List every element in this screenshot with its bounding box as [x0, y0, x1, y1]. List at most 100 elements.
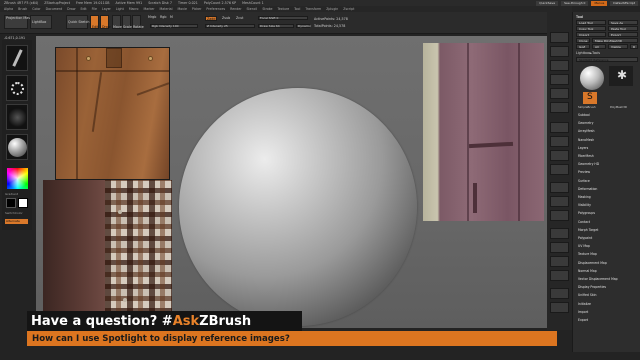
reference-image-jacket-plaid[interactable]	[43, 180, 172, 313]
stroke-thumbnail[interactable]	[6, 75, 28, 101]
reference-image-pants[interactable]	[55, 47, 170, 180]
tool-menu-normal-map[interactable]: Normal Map	[578, 269, 597, 273]
menus-button[interactable]: Menus	[591, 0, 608, 6]
sphere-mesh[interactable]	[179, 88, 417, 326]
clone-button[interactable]: Clone	[576, 38, 590, 43]
m-toggle[interactable]: M	[170, 15, 173, 19]
bpr-button[interactable]	[550, 32, 569, 43]
menu-item-file[interactable]: File	[92, 7, 97, 11]
paste-tool-button[interactable]: Paste Tool	[608, 26, 638, 31]
menu-item-layer[interactable]: Layer	[102, 7, 111, 11]
focal-shift-slider[interactable]: Focal Shift 0	[258, 16, 308, 20]
menu-item-texture[interactable]: Texture	[277, 7, 289, 11]
menu-item-movie[interactable]: Movie	[177, 7, 186, 11]
actual-button[interactable]	[550, 88, 569, 99]
menu-item-preferences[interactable]: Preferences	[206, 7, 225, 11]
mrgb-toggle[interactable]: Mrgb	[148, 15, 156, 19]
zcut-button[interactable]: Zcut	[236, 16, 243, 20]
menu-item-render[interactable]: Render	[230, 7, 241, 11]
tool-menu-export[interactable]: Export	[578, 318, 588, 322]
aahalf-button[interactable]	[550, 102, 569, 113]
color-picker[interactable]	[7, 168, 28, 189]
scroll-button[interactable]	[550, 60, 569, 71]
primary-color-swatch[interactable]	[6, 198, 16, 208]
quick-sketch-button[interactable]: Quick Sketch	[66, 15, 89, 29]
tool-menu-geometry[interactable]: Geometry	[578, 121, 593, 125]
menu-item-zplugin[interactable]: Zplugin	[326, 7, 338, 11]
tool-menu-surface[interactable]: Surface	[578, 179, 590, 183]
rotate-y-button[interactable]	[550, 196, 569, 207]
menu-item-stencil[interactable]: Stencil	[247, 7, 258, 11]
polyf-button[interactable]	[550, 288, 569, 299]
floor-button[interactable]	[550, 136, 569, 147]
tool-menu-masking[interactable]: Masking	[578, 195, 591, 199]
scale-button[interactable]: Scale	[122, 15, 132, 29]
tool-menu-preview[interactable]: Preview	[578, 170, 590, 174]
move-view-button[interactable]	[550, 242, 569, 253]
r-button[interactable]: R	[630, 44, 638, 49]
load-tool-button[interactable]: Load Tool	[576, 20, 606, 25]
menu-item-light[interactable]: Light	[116, 7, 124, 11]
goz-button[interactable]: GoZ	[576, 44, 590, 49]
edit-button[interactable]: Edit	[90, 15, 99, 29]
menu-item-material[interactable]: Material	[160, 7, 173, 11]
secondary-color-swatch[interactable]	[18, 198, 28, 208]
tool-menu-uv-map[interactable]: UV Map	[578, 244, 590, 248]
import-button[interactable]: Import	[576, 32, 606, 37]
tool-menu-subtool[interactable]: Subtool	[578, 113, 590, 117]
tool-menu-display-properties[interactable]: Display Properties	[578, 285, 606, 289]
tool-menu-morph-target[interactable]: Morph Target	[578, 228, 598, 232]
dynamic-button[interactable]: Dynamic	[296, 24, 311, 28]
menu-item-stroke[interactable]: Stroke	[262, 7, 272, 11]
menu-item-draw[interactable]: Draw	[67, 7, 75, 11]
alpha-thumbnail[interactable]	[6, 104, 28, 130]
spix-button[interactable]	[550, 46, 569, 57]
switchcolor-label[interactable]: SwitchColor	[5, 211, 23, 215]
menu-item-marker[interactable]: Marker	[144, 7, 155, 11]
menu-item-edit[interactable]: Edit	[80, 7, 86, 11]
transp-button[interactable]	[550, 302, 569, 313]
menu-item-color[interactable]: Color	[32, 7, 40, 11]
tool-menu-texture-map[interactable]: Texture Map	[578, 252, 597, 256]
tool-menu-polypaint[interactable]: Polypaint	[578, 236, 592, 240]
z-intensity-slider[interactable]: Z Intensity 25	[205, 24, 255, 28]
rotate-view-button[interactable]	[550, 270, 569, 281]
menu-item-alpha[interactable]: Alpha	[4, 7, 13, 11]
tool-menu-vector-displacement-map[interactable]: Vector Displacement Map	[578, 277, 618, 281]
quicksave-button[interactable]: QuickSave	[536, 0, 559, 6]
zoom-button[interactable]	[550, 74, 569, 85]
tool-menu-visibility[interactable]: Visibility	[578, 203, 591, 207]
tool-menu-deformation[interactable]: Deformation	[578, 187, 597, 191]
spotlight-reference-label[interactable]: Spotlight Reference	[576, 57, 638, 62]
tool-menu-contact[interactable]: Contact	[578, 220, 590, 224]
tool-menu-fibermesh[interactable]: FiberMesh	[578, 154, 594, 158]
draw-button[interactable]: Draw	[100, 15, 111, 29]
tool-menu-arraymesh[interactable]: ArrayMesh	[578, 129, 594, 133]
menu-item-macro[interactable]: Macro	[129, 7, 139, 11]
rotate-button[interactable]: Rotate	[132, 15, 144, 29]
brush-thumbnail[interactable]	[6, 45, 28, 71]
scale-view-button[interactable]	[550, 256, 569, 267]
visible-button[interactable]: Visible	[608, 44, 628, 49]
alternate-button[interactable]: Alternate	[5, 219, 28, 224]
export-button[interactable]: Export	[608, 32, 638, 37]
tool-menu-geometry-hd[interactable]: Geometry HD	[578, 162, 599, 166]
local-button[interactable]	[550, 150, 569, 161]
default-zscript-button[interactable]: DefaultZScript	[610, 0, 638, 6]
xyz-button[interactable]	[550, 182, 569, 193]
persp-button[interactable]	[550, 122, 569, 133]
rgb-intensity-slider[interactable]: Rgb Intensity 100	[150, 24, 198, 28]
menu-item-picker[interactable]: Picker	[192, 7, 202, 11]
tool-menu-unified-skin[interactable]: Unified Skin	[578, 293, 596, 297]
tool-sphere-thumbnail[interactable]	[580, 66, 604, 90]
tool-menu-layers[interactable]: Layers	[578, 146, 588, 150]
lightbox-button[interactable]: LightBox	[30, 15, 52, 29]
zadd-button[interactable]: Zadd	[205, 16, 217, 21]
polymesh-thumbnail[interactable]: ✱	[609, 66, 633, 86]
reference-image-purple-jacket[interactable]	[423, 43, 544, 221]
make-polymesh-button[interactable]: Make PolyMesh3D	[592, 38, 638, 43]
see-through-slider[interactable]: See-through 0	[561, 0, 589, 6]
copy-tool-button[interactable]: Copy Tool	[576, 26, 606, 31]
rotate-z-button[interactable]	[550, 210, 569, 221]
goz-all-button[interactable]: All	[592, 44, 606, 49]
